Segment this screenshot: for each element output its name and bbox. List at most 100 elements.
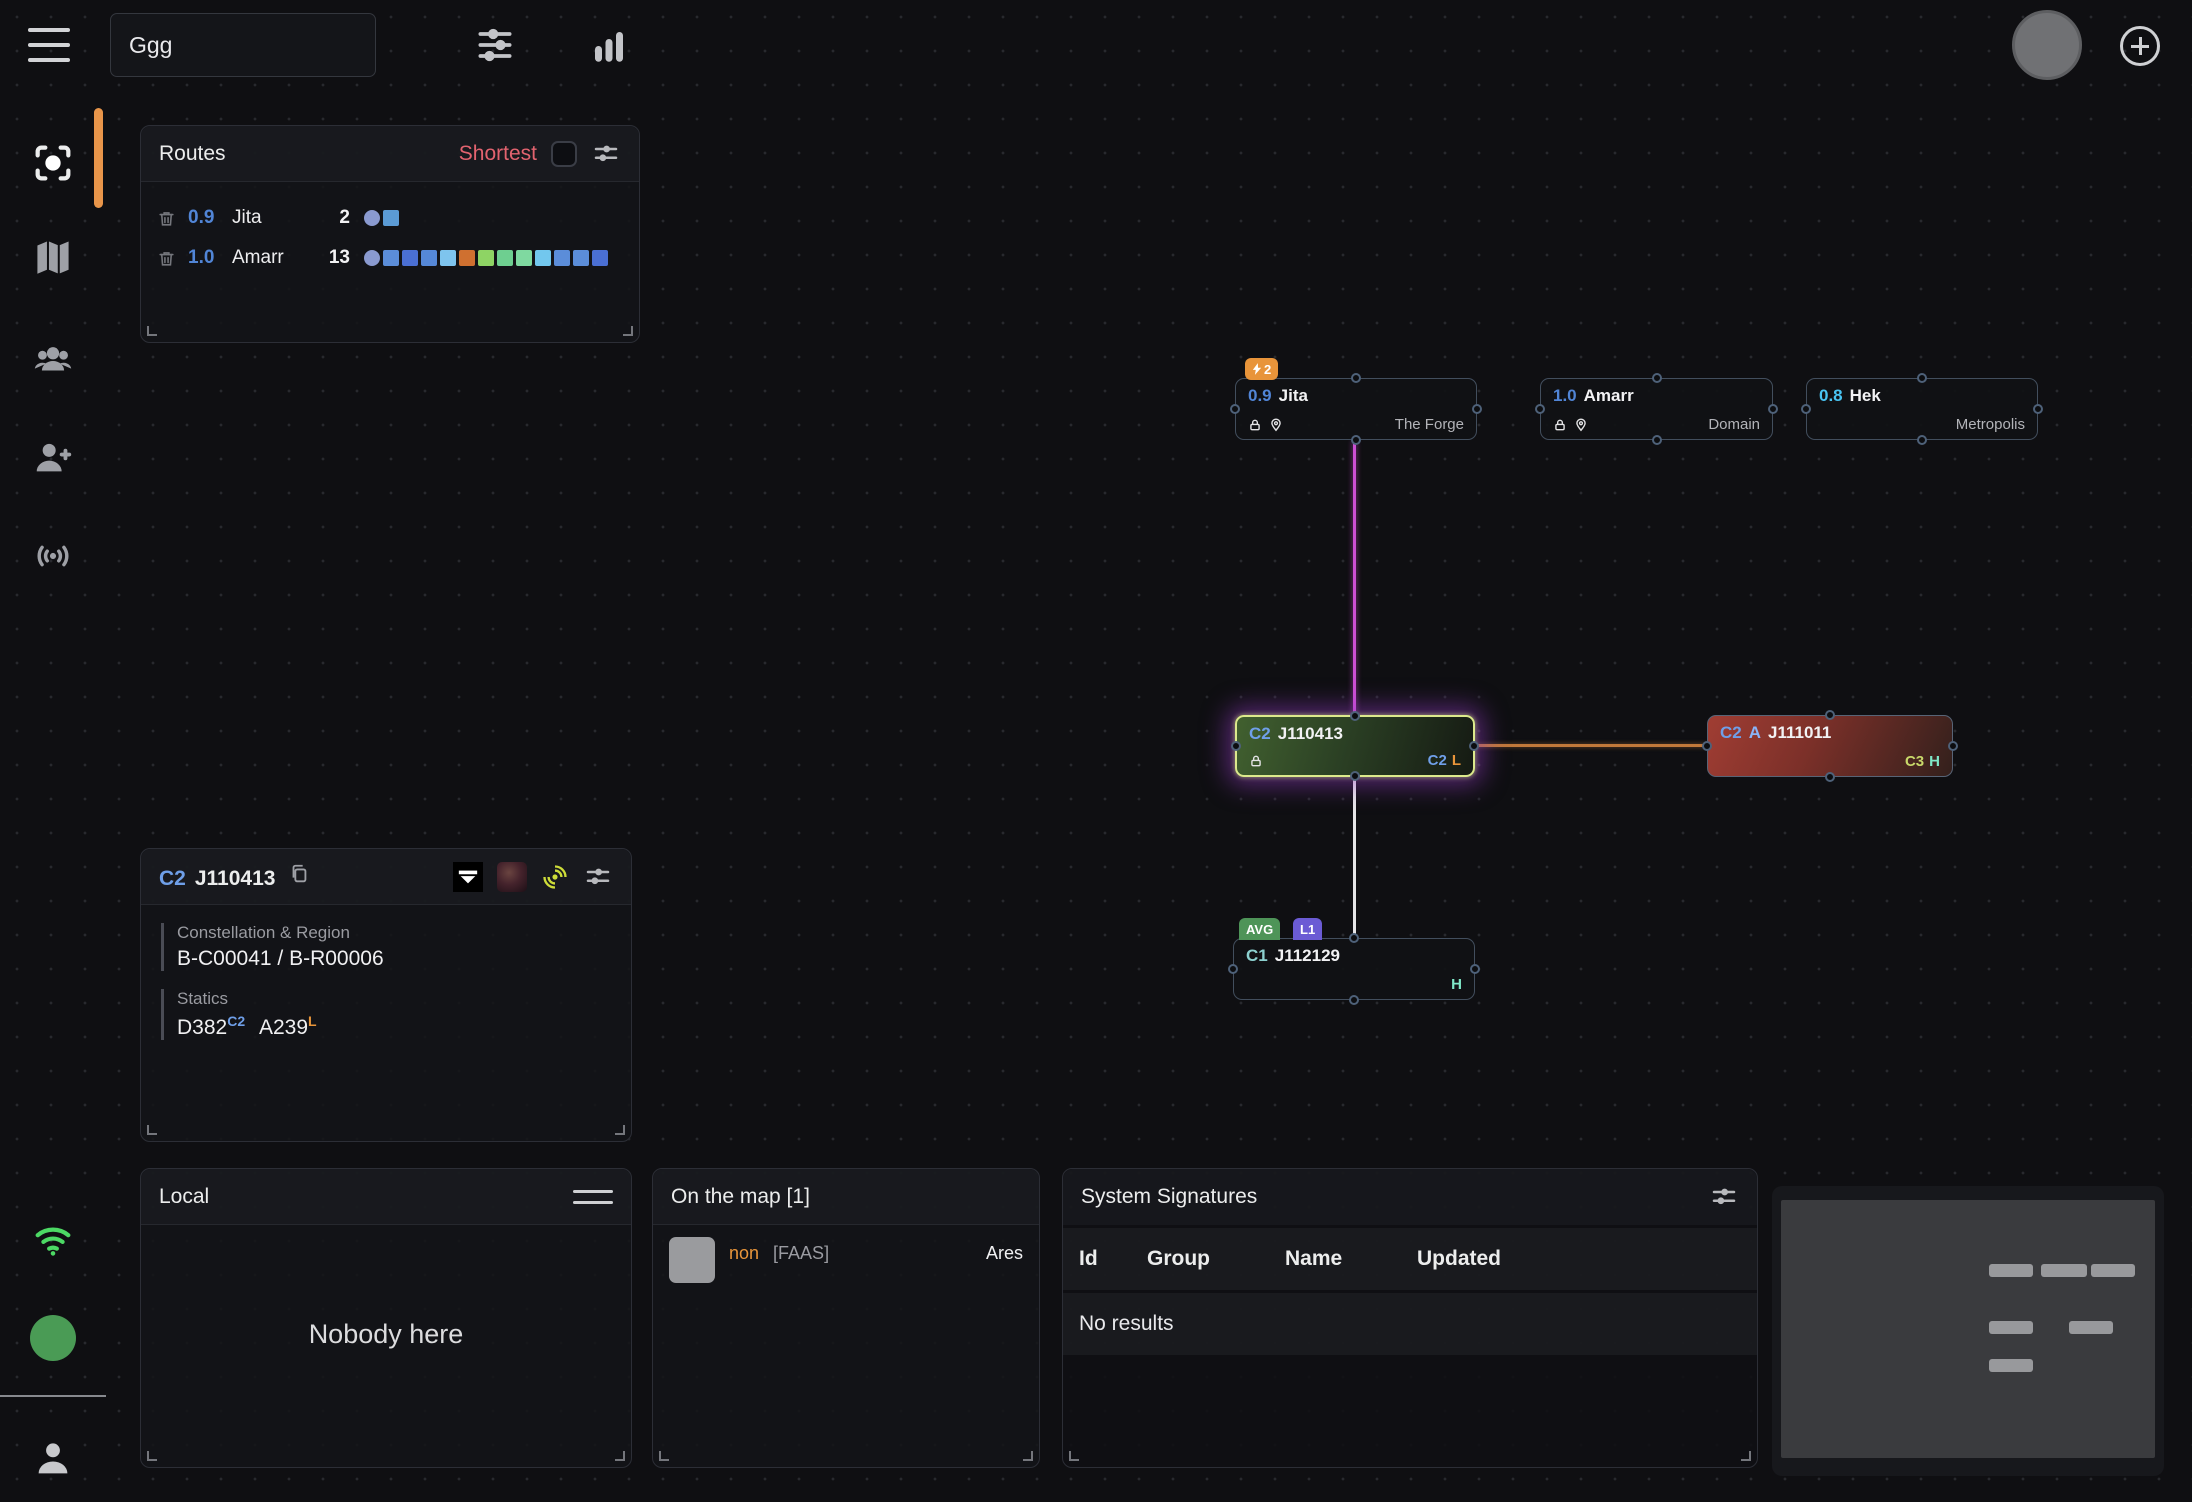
add-icon[interactable] [2120,26,2160,66]
static-class: C3 [1905,753,1924,770]
sidebar-item-characters[interactable] [0,312,106,408]
user-avatar[interactable] [2012,10,2082,80]
effect-tag: H [1929,753,1940,770]
system-name: Hek [1850,386,1881,406]
local-list-icon[interactable] [573,1190,613,1204]
info-settings-icon[interactable] [583,862,613,892]
bar-chart-icon[interactable] [588,25,630,67]
add-character-icon [30,435,76,481]
map-node-j111011[interactable]: C2AJ111011 C3H [1707,715,1953,777]
resize-handle[interactable] [1069,1451,1079,1461]
routes-settings-icon[interactable] [591,139,621,169]
connection-jita-j110413 [1353,441,1356,715]
focus-icon [30,140,76,186]
delete-route-icon[interactable] [157,209,176,228]
map-node-j110413-selected[interactable]: C2J110413 C2L [1235,715,1475,777]
route-security: 1.0 [188,247,232,269]
l1-badge: L1 [1293,918,1322,940]
node-handle-left[interactable] [1228,964,1238,974]
resize-handle[interactable] [623,326,633,336]
node-handle-bottom[interactable] [1825,772,1835,782]
static-class: C2 [227,1013,245,1029]
security-status: 1.0 [1553,386,1577,406]
node-handle-right[interactable] [1469,741,1479,751]
minimap-node [2091,1264,2135,1277]
pilot-row[interactable]: non [FAAS] Ares [653,1225,1039,1283]
wh-class-icon[interactable] [453,862,483,892]
node-handle-left[interactable] [1230,404,1240,414]
route-row-jita[interactable]: 0.9 Jita 2 [141,198,639,238]
region-name: Domain [1708,416,1760,433]
node-handle-top[interactable] [1350,711,1360,721]
node-handle-bottom[interactable] [1652,435,1662,445]
node-handle-left[interactable] [1231,741,1241,751]
node-handle-bottom[interactable] [1350,771,1360,781]
routes-panel-title: Routes [159,142,226,166]
intel-target-icon[interactable] [541,863,569,891]
node-handle-right[interactable] [1948,741,1958,751]
route-row-amarr[interactable]: 1.0 Amarr 13 [141,238,639,278]
copy-icon[interactable] [288,863,310,885]
route-jump-count: 2 [314,207,350,229]
node-handle-right[interactable] [1470,964,1480,974]
node-handle-bottom[interactable] [1349,995,1359,1005]
node-handle-left[interactable] [1801,404,1811,414]
statics-section: Statics D382C2 A239L [161,989,631,1040]
resize-handle[interactable] [147,326,157,336]
node-handle-top[interactable] [1917,373,1927,383]
map-node-j112129[interactable]: AVG L1 C1J112129 H [1233,938,1475,1000]
node-handle-left[interactable] [1535,404,1545,414]
map-node-hek[interactable]: 0.8Hek Metropolis [1806,378,2038,440]
minimap-panel [1772,1186,2164,1476]
sidebar-item-profile[interactable] [0,1410,106,1502]
online-status-dot [0,1290,106,1386]
signatures-column-headers: Id Group Name Updated [1063,1228,1757,1290]
node-handle-right[interactable] [1768,404,1778,414]
region-name: The Forge [1395,416,1464,433]
sidebar-item-map[interactable] [0,210,106,306]
menu-icon[interactable] [28,28,70,62]
node-handle-right[interactable] [1472,404,1482,414]
node-handle-left[interactable] [1702,741,1712,751]
resize-handle[interactable] [147,1451,157,1461]
system-name: J110413 [1278,724,1343,744]
node-handle-bottom[interactable] [1351,435,1361,445]
filter-sliders-icon[interactable] [473,23,517,67]
map-name-input[interactable] [110,13,376,77]
resize-handle[interactable] [1023,1451,1033,1461]
node-handle-top[interactable] [1652,373,1662,383]
shortest-checkbox[interactable] [551,141,577,167]
sidebar-item-add-character[interactable] [0,410,106,506]
system-name: Amarr [1584,386,1634,406]
minimap-viewport[interactable] [1781,1200,2155,1458]
static-code: A239 [259,1016,308,1039]
signatures-settings-icon[interactable] [1709,1182,1739,1212]
shortest-route-label[interactable]: Shortest [459,142,537,166]
sidebar [0,90,106,1502]
node-handle-top[interactable] [1825,710,1835,720]
delete-route-icon[interactable] [157,249,176,268]
constellation-region-value: B-C00041 / B-R00006 [177,947,631,971]
node-handle-bottom[interactable] [1917,435,1927,445]
resize-handle[interactable] [615,1125,625,1135]
node-handle-top[interactable] [1349,933,1359,943]
wormhole-thumbnail[interactable] [497,862,527,892]
minimap-node [1989,1321,2033,1334]
system-name: J112129 [1275,946,1340,966]
node-handle-right[interactable] [2033,404,2043,414]
map-node-jita[interactable]: 2 0.9Jita The Forge [1235,378,1477,440]
system-name: J111011 [1768,723,1831,743]
sidebar-divider [0,1395,106,1397]
lock-icon [1553,418,1567,432]
resize-handle[interactable] [659,1451,669,1461]
resize-handle[interactable] [147,1125,157,1135]
map-node-amarr[interactable]: 1.0 Amarr Domain [1540,378,1773,440]
node-handle-top[interactable] [1351,373,1361,383]
resize-handle[interactable] [615,1451,625,1461]
system-name: J110413 [195,867,276,891]
resize-handle[interactable] [1741,1451,1751,1461]
pilot-ship: Ares [986,1243,1023,1264]
sidebar-item-focus[interactable] [0,115,106,211]
lock-icon [1249,754,1263,768]
sidebar-item-broadcast[interactable] [0,508,106,604]
